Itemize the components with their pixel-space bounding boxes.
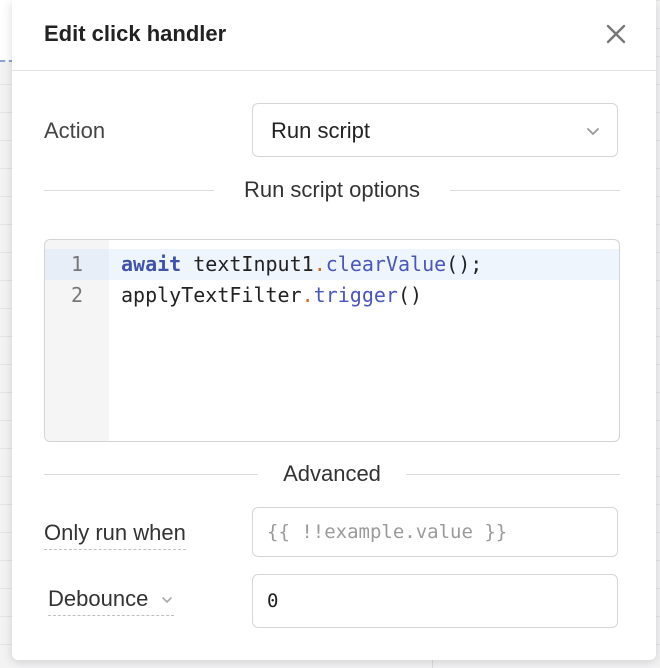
debounce-input[interactable]: 0 — [252, 574, 618, 628]
line-number: 2 — [70, 283, 84, 307]
only-run-when-label: Only run when — [44, 520, 186, 550]
code-keyword: await — [121, 252, 182, 276]
chevron-down-icon — [587, 128, 599, 136]
code-line[interactable]: 2 applyTextFilter.trigger() — [45, 280, 619, 311]
dialog-title: Edit click handler — [44, 21, 227, 46]
script-options-heading: Run script options — [243, 177, 421, 202]
only-run-when-input[interactable]: {{ !!example.value }} — [252, 507, 618, 557]
code-line[interactable]: 1 await textInput1.clearValue(); — [45, 249, 619, 280]
debounce-dropdown[interactable]: Debounce — [48, 586, 175, 616]
debounce-label: Debounce — [48, 586, 149, 611]
code-object: textInput1 — [193, 252, 314, 276]
code-object: applyTextFilter — [121, 283, 302, 307]
line-number: 1 — [45, 249, 109, 280]
code-suffix: (); — [446, 252, 483, 276]
action-select[interactable]: Run script — [252, 103, 618, 157]
script-options-divider: Run script options — [44, 175, 620, 205]
action-label: Action — [44, 118, 106, 143]
advanced-heading: Advanced — [283, 461, 381, 486]
edit-click-handler-dialog: Edit click handler Action Run script Run… — [12, 0, 656, 660]
code-method: trigger — [313, 283, 398, 307]
chevron-down-icon — [162, 597, 173, 604]
code-suffix: () — [397, 283, 423, 307]
code-editor[interactable]: 1 await textInput1.clearValue(); 2 apply… — [44, 239, 620, 442]
close-button[interactable] — [602, 20, 630, 48]
dialog-header: Edit click handler — [12, 0, 656, 71]
advanced-divider: Advanced — [44, 459, 620, 489]
close-icon — [606, 24, 626, 44]
action-select-value: Run script — [271, 118, 371, 143]
code-method: clearValue — [325, 252, 447, 276]
